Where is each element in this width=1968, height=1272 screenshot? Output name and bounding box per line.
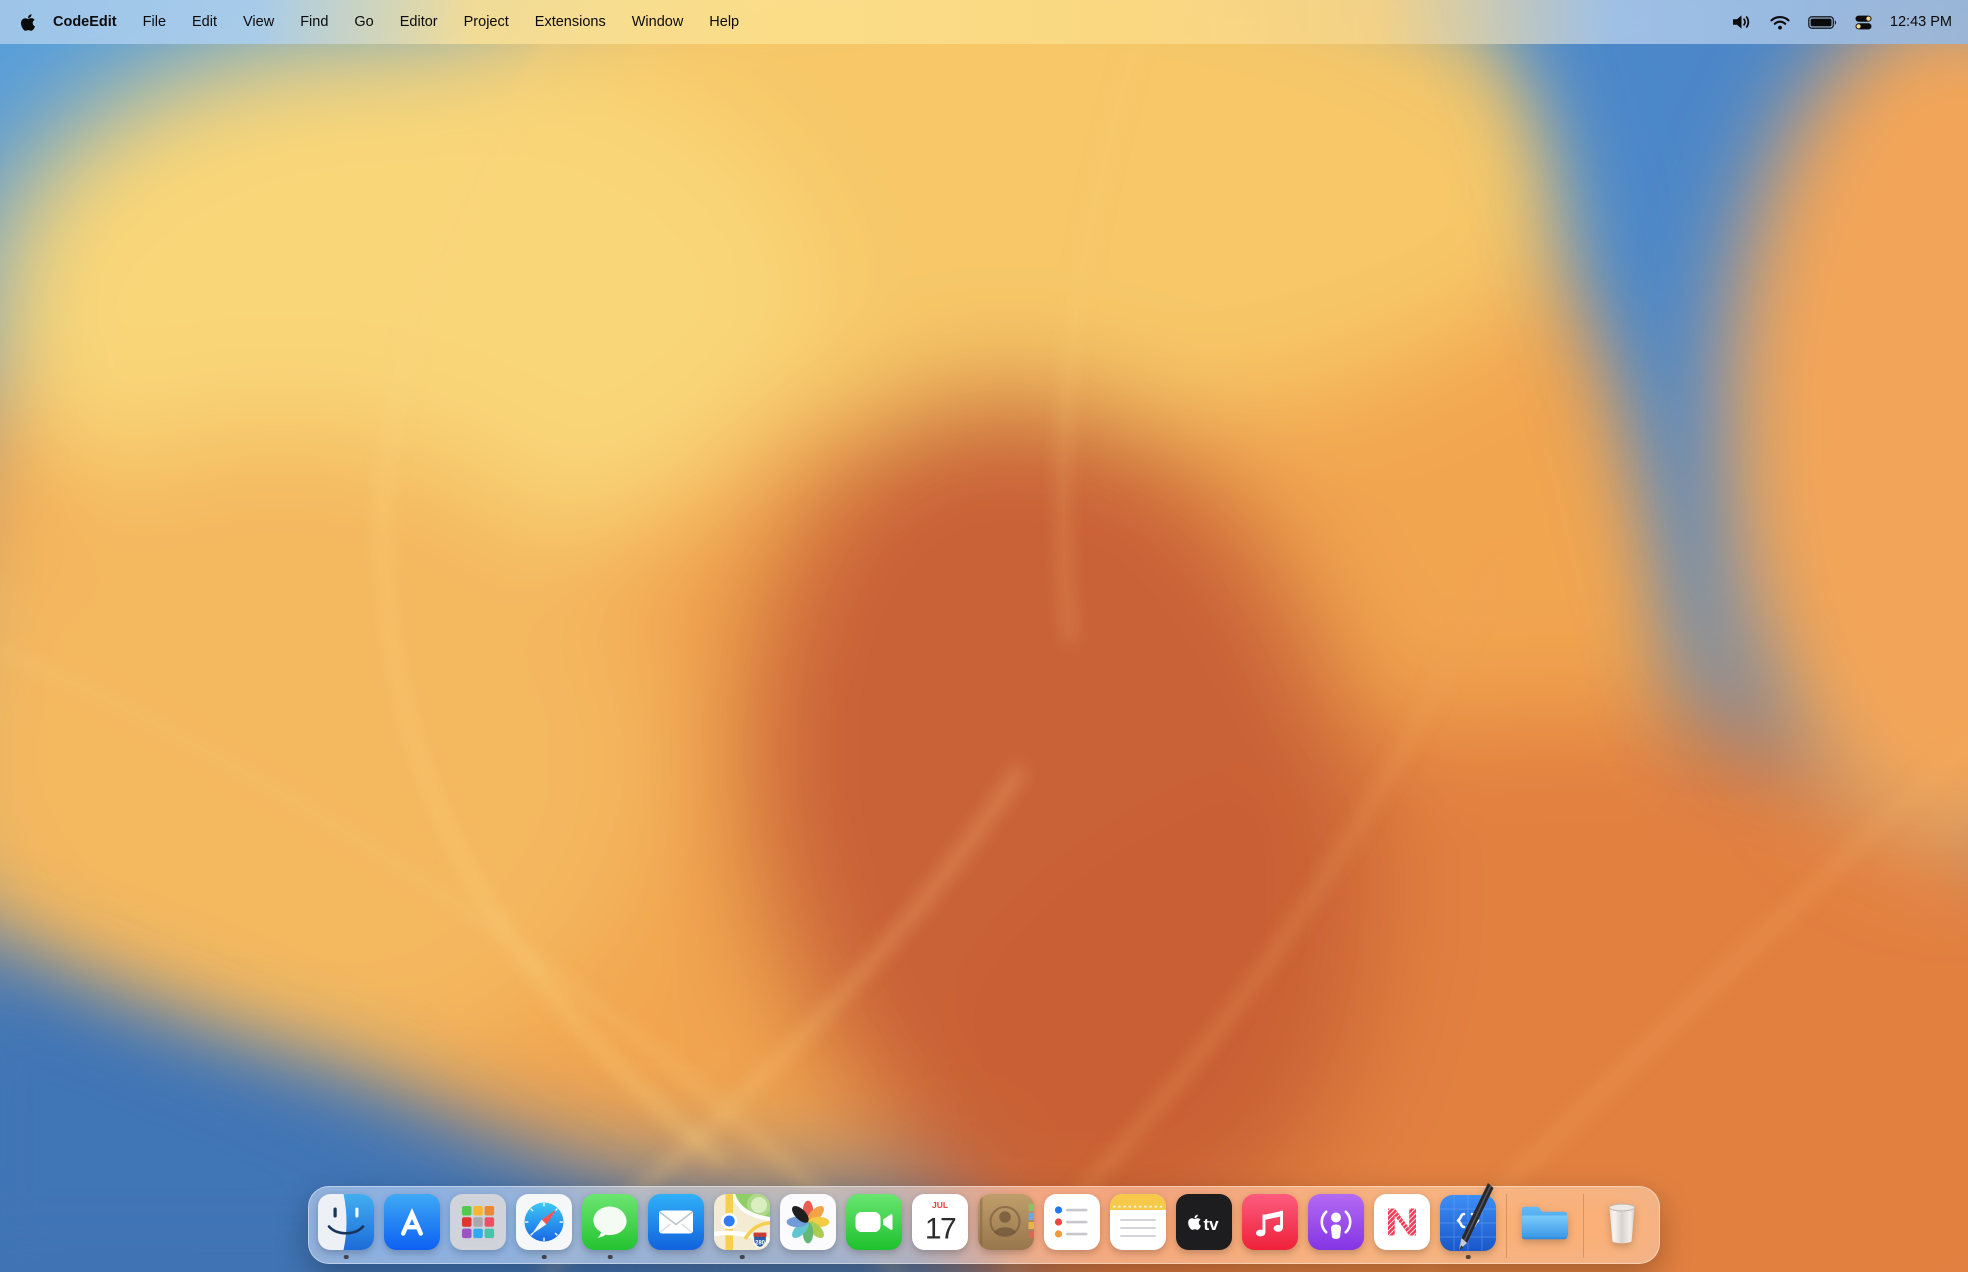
control-center-icon[interactable] [1855,14,1872,31]
tv-label: tv [1204,1215,1220,1234]
dock-item-codeedit[interactable] [1440,1194,1496,1250]
notes-icon [1110,1194,1166,1250]
dock-item-folder[interactable] [1517,1194,1573,1250]
desktop: CodeEdit FileEditViewFindGoEditorProject… [0,0,1968,1272]
trash-icon [1594,1194,1650,1250]
dock-item-podcasts[interactable] [1308,1194,1364,1250]
running-indicator [740,1255,745,1260]
photos-icon [780,1194,836,1250]
wallpaper [0,0,1968,1272]
calendar-day: 17 [925,1213,956,1246]
active-app-name[interactable]: CodeEdit [40,14,130,30]
dock-item-photos[interactable] [780,1194,836,1250]
svg-text:280: 280 [755,1241,766,1247]
menu-item-extensions[interactable]: Extensions [522,14,619,30]
podcasts-icon [1308,1194,1364,1250]
dock-item-facetime[interactable] [846,1194,902,1250]
menu-items: FileEditViewFindGoEditorProjectExtension… [130,14,752,30]
menu-item-project[interactable]: Project [451,14,522,30]
facetime-icon [846,1194,902,1250]
dock-item-music[interactable] [1242,1194,1298,1250]
dock-item-contacts[interactable] [978,1194,1034,1250]
volume-icon[interactable] [1731,14,1752,30]
news-icon [1374,1194,1430,1250]
wifi-icon[interactable] [1770,15,1790,30]
menu-item-edit[interactable]: Edit [179,14,230,30]
dock-item-app-store[interactable] [384,1194,440,1250]
menu-bar-status: 12:43 PM [1731,14,1952,31]
mail-icon [648,1194,704,1250]
menu-bar: CodeEdit FileEditViewFindGoEditorProject… [0,0,1968,44]
dock-item-mail[interactable] [648,1194,704,1250]
tv-icon: tv [1176,1194,1232,1250]
dock-item-calendar[interactable]: JUL 17 [912,1194,968,1250]
running-indicator [608,1255,613,1260]
running-indicator [344,1255,349,1260]
messages-icon [582,1194,638,1250]
dock-item-reminders[interactable] [1044,1194,1100,1250]
menu-item-editor[interactable]: Editor [387,14,451,30]
dock-item-tv[interactable]: tv [1176,1194,1232,1250]
folder-icon [1517,1194,1573,1250]
dock-item-news[interactable] [1374,1194,1430,1250]
running-indicator [542,1255,547,1260]
running-indicator [1466,1255,1471,1260]
interstate-shield: 280 [754,1233,767,1248]
menu-item-go[interactable]: Go [341,14,386,30]
menu-item-help[interactable]: Help [696,14,752,30]
dock-item-notes[interactable] [1110,1194,1166,1250]
music-icon [1242,1194,1298,1250]
reminders-icon [1044,1194,1100,1250]
dock-item-finder[interactable] [318,1194,374,1250]
safari-icon [516,1194,572,1250]
maps-icon: 280 [714,1194,770,1250]
calendar-icon: JUL 17 [912,1194,968,1250]
menu-item-find[interactable]: Find [287,14,341,30]
menu-item-file[interactable]: File [130,14,179,30]
menu-bar-clock[interactable]: 12:43 PM [1890,14,1952,30]
dock-divider [1583,1194,1584,1258]
calendar-month: JUL [932,1200,948,1210]
app-store-icon [384,1194,440,1250]
dock-item-safari[interactable] [516,1194,572,1250]
dock-item-maps[interactable]: 280 [714,1194,770,1250]
apple-logo-icon[interactable] [20,13,36,32]
dock-item-launchpad[interactable] [450,1194,506,1250]
codeedit-icon [1438,1181,1498,1254]
dock-item-trash[interactable] [1594,1194,1650,1250]
dock: 280 [308,1186,1660,1264]
dock-item-messages[interactable] [582,1194,638,1250]
battery-icon[interactable] [1808,16,1837,29]
finder-icon [318,1194,374,1250]
menu-item-view[interactable]: View [230,14,287,30]
launchpad-icon [450,1194,506,1250]
dock-divider [1506,1194,1507,1258]
contacts-icon [978,1194,1034,1250]
menu-item-window[interactable]: Window [619,14,697,30]
